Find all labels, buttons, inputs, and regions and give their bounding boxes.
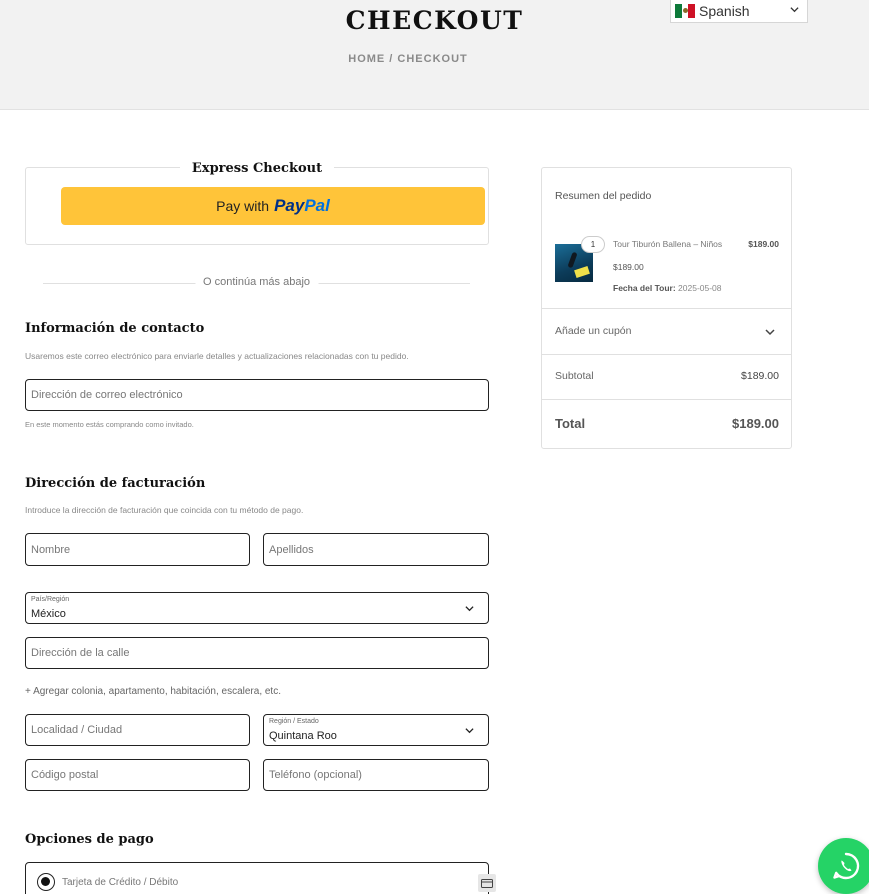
- phone-input[interactable]: [269, 760, 483, 790]
- first-name-field[interactable]: [25, 533, 250, 566]
- chevron-down-icon: [465, 606, 474, 612]
- guest-note: En este momento estás comprando como inv…: [25, 420, 194, 429]
- payment-option-card[interactable]: Tarjeta de Crédito / Débito: [25, 862, 496, 894]
- coupon-label: Añade un cupón: [555, 325, 632, 337]
- email-input[interactable]: [31, 380, 483, 410]
- total-value: $189.00: [732, 416, 779, 431]
- state-value: Quintana Roo: [269, 730, 337, 742]
- quantity-badge: 1: [581, 236, 605, 253]
- divider-text: O continúa más abajo: [194, 276, 319, 288]
- express-checkout-title: Express Checkout: [179, 161, 335, 176]
- summary-divider: [542, 354, 791, 355]
- or-divider: O continúa más abajo: [43, 276, 470, 290]
- subtotal-label: Subtotal: [555, 370, 594, 382]
- street-address-input[interactable]: [31, 638, 483, 668]
- order-summary-title: Resumen del pedido: [555, 190, 652, 202]
- email-field[interactable]: [25, 379, 489, 411]
- billing-help: Introduce la dirección de facturación qu…: [25, 505, 304, 515]
- breadcrumb[interactable]: HOME / CHECKOUT: [0, 53, 816, 65]
- coupon-toggle[interactable]: Añade un cupón: [542, 308, 791, 354]
- credit-card-icon: [478, 874, 496, 892]
- paypal-logo: PayPal: [274, 196, 330, 215]
- mexico-flag-icon: [675, 4, 696, 18]
- state-select[interactable]: Región / Estado Quintana Roo: [263, 714, 489, 746]
- payment-heading: Opciones de pago: [25, 832, 154, 847]
- city-input[interactable]: [31, 715, 244, 745]
- chevron-down-icon: [790, 7, 799, 13]
- whatsapp-icon: [833, 852, 860, 880]
- product-name: Tour Tiburón Ballena – Niños: [613, 239, 723, 249]
- subtotal-value: $189.00: [741, 370, 779, 382]
- billing-heading: Dirección de facturación: [25, 476, 206, 491]
- paypal-button[interactable]: Pay with PayPal: [61, 187, 485, 225]
- last-name-input[interactable]: [269, 534, 483, 565]
- country-select[interactable]: País/Región México: [25, 592, 489, 624]
- state-label: Región / Estado: [269, 718, 319, 725]
- chevron-down-icon: [765, 329, 775, 336]
- country-label: País/Región: [31, 596, 70, 603]
- order-summary: Resumen del pedido 1 Tour Tiburón Ballen…: [541, 167, 792, 449]
- country-value: México: [31, 608, 66, 620]
- postcode-field[interactable]: [25, 759, 250, 791]
- summary-divider: [542, 399, 791, 400]
- product-line-total: $189.00: [748, 239, 779, 249]
- add-address-line-link[interactable]: + Agregar colonia, apartamento, habitaci…: [25, 686, 281, 697]
- chevron-down-icon: [465, 728, 474, 734]
- language-select[interactable]: Spanish: [670, 0, 808, 23]
- contact-heading: Información de contacto: [25, 321, 205, 336]
- product-unit-price: $189.00: [613, 262, 644, 272]
- language-selected: Spanish: [699, 3, 750, 19]
- payment-radio[interactable]: [37, 873, 55, 891]
- total-label: Total: [555, 416, 586, 431]
- whatsapp-button[interactable]: [818, 838, 869, 894]
- product-meta: Fecha del Tour: 2025-05-08: [613, 283, 722, 293]
- postcode-input[interactable]: [31, 760, 244, 790]
- first-name-input[interactable]: [31, 534, 244, 565]
- paypal-button-label: Pay with: [216, 198, 270, 214]
- phone-field[interactable]: [263, 759, 489, 791]
- street-address-field[interactable]: [25, 637, 489, 669]
- contact-help: Usaremos este correo electrónico para en…: [25, 351, 409, 361]
- city-field[interactable]: [25, 714, 250, 746]
- last-name-field[interactable]: [263, 533, 489, 566]
- payment-method-label: Tarjeta de Crédito / Débito: [62, 877, 179, 888]
- express-checkout-box: Express Checkout Pay with PayPal: [25, 161, 489, 245]
